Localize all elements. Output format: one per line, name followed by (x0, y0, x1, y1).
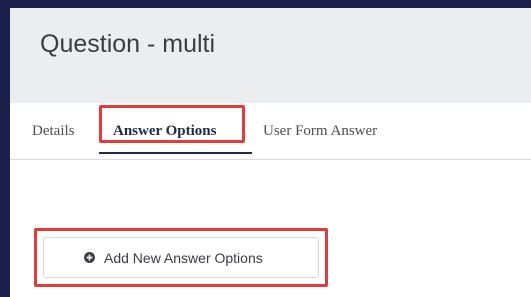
tab-answer-options[interactable]: Answer Options (113, 121, 217, 141)
window-top-border (0, 0, 531, 8)
page-title: Question - multi (40, 30, 216, 58)
add-button-highlight-box: Add New Answer Options (34, 228, 328, 287)
question-panel: Question - multi Details Answer Options … (10, 8, 531, 297)
app-frame: Question - multi Details Answer Options … (0, 0, 531, 297)
tab-bar: Details Answer Options User Form Answer (10, 103, 531, 160)
add-new-answer-options-button[interactable]: Add New Answer Options (43, 237, 319, 278)
page-header: Question - multi (10, 8, 531, 103)
tab-user-form-answer[interactable]: User Form Answer (263, 121, 377, 141)
add-button-label: Add New Answer Options (104, 250, 263, 266)
active-tab-underline (99, 152, 252, 154)
tab-details[interactable]: Details (32, 121, 75, 141)
window-left-border (0, 0, 10, 297)
plus-circle-icon (84, 252, 95, 263)
